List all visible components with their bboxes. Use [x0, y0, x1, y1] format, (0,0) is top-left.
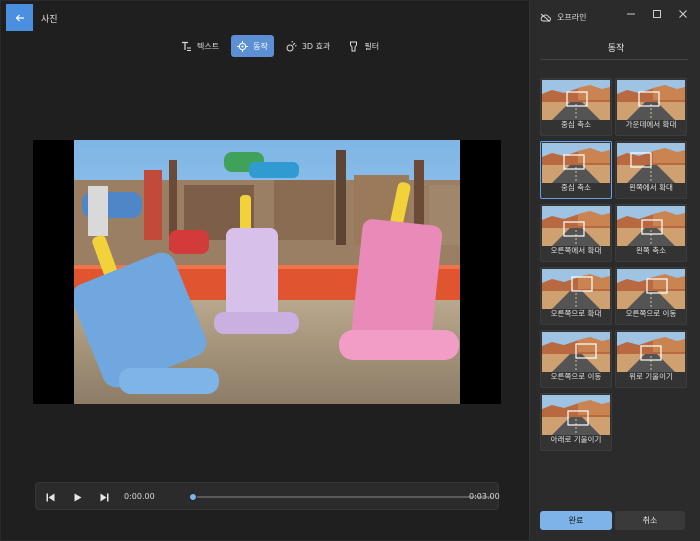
motion-label: 오른쪽으로 이동 — [625, 309, 677, 318]
preview-photo — [74, 140, 460, 404]
motion-thumbnail — [617, 143, 685, 183]
title-bar: 사진 — [1, 1, 529, 33]
current-time: 0:00.00 — [124, 492, 155, 501]
play-icon — [74, 493, 81, 501]
motion-card[interactable]: 아래로 기울이기 — [540, 393, 612, 451]
video-preview[interactable] — [33, 140, 501, 404]
close-icon — [679, 10, 687, 18]
panel-title: 동작 — [607, 44, 625, 54]
motion-thumbnail — [542, 80, 610, 120]
motion-label: 왼쪽 축소 — [636, 246, 666, 255]
motion-label: 아래로 기울이기 — [550, 435, 602, 444]
maximize-icon — [653, 10, 661, 18]
motion-label: 중심 축소 — [561, 183, 591, 192]
tab-text-label: 텍스트 — [197, 41, 220, 51]
motion-thumbnail — [542, 332, 610, 372]
motion-label: 오른쪽으로 이동 — [550, 372, 602, 381]
skip-back-button[interactable] — [42, 489, 58, 505]
motion-thumbnail — [542, 143, 610, 183]
motion-card[interactable]: 중심 축소 — [540, 141, 612, 199]
photos-window: 사진 텍스트 동작 3D 효과 필터 0:00.00 0:03.00 오프라인 … — [0, 0, 700, 541]
close-button[interactable] — [673, 7, 693, 21]
motion-card[interactable]: 왼쪽에서 확대 — [615, 141, 687, 199]
app-title: 사진 — [41, 15, 58, 25]
motion-label: 왼쪽에서 확대 — [629, 183, 673, 192]
motion-card[interactable]: 위로 기울이기 — [615, 330, 687, 388]
motion-label: 중심 축소 — [561, 120, 591, 129]
back-arrow-icon — [15, 14, 24, 21]
minimize-button[interactable] — [621, 7, 641, 21]
maximize-button[interactable] — [647, 7, 667, 21]
motion-thumbnail — [617, 206, 685, 246]
motion-thumbnail — [542, 206, 610, 246]
panel-divider — [540, 59, 688, 60]
motion-thumbnail — [617, 80, 685, 120]
motion-card[interactable]: 오른쪽에서 확대 — [540, 204, 612, 262]
play-button[interactable] — [69, 489, 85, 505]
tab-3d-effects[interactable]: 3D 효과 — [280, 35, 337, 57]
seek-thumb[interactable] — [189, 493, 197, 501]
cloud-offline-icon — [540, 13, 551, 22]
cancel-button[interactable]: 취소 — [615, 511, 685, 530]
skip-forward-icon — [100, 493, 108, 501]
motion-thumbnail — [617, 269, 685, 309]
tab-filter[interactable]: 필터 — [342, 35, 385, 57]
motion-thumbnail — [542, 395, 610, 435]
done-button[interactable]: 완료 — [540, 511, 612, 530]
motion-label: 위로 기울이기 — [629, 372, 673, 381]
tab-motion[interactable]: 동작 — [231, 35, 274, 57]
motion-card[interactable]: 오른쪽으로 이동 — [540, 330, 612, 388]
skip-back-icon — [46, 493, 54, 501]
3d-effects-icon — [286, 40, 297, 51]
motion-card[interactable]: 왼쪽 축소 — [615, 204, 687, 262]
motion-label: 오른쪽으로 확대 — [550, 309, 602, 318]
motion-label: 오른쪽에서 확대 — [550, 246, 602, 255]
motion-label: 가운데에서 확대 — [625, 120, 677, 129]
tab-motion-label: 동작 — [253, 41, 268, 51]
total-time: 0:03.00 — [469, 492, 500, 501]
seek-track[interactable] — [192, 496, 492, 498]
motion-card[interactable]: 오른쪽으로 이동 — [615, 267, 687, 325]
tab-3d-effects-label: 3D 효과 — [301, 41, 331, 51]
minimize-icon — [627, 13, 635, 15]
skip-forward-button[interactable] — [96, 489, 112, 505]
text-icon — [182, 41, 191, 51]
motion-thumbnail — [617, 332, 685, 372]
motion-thumbnail — [542, 269, 610, 309]
tab-filter-label: 필터 — [364, 41, 380, 51]
motion-card[interactable]: 오른쪽으로 확대 — [540, 267, 612, 325]
filter-icon — [350, 41, 358, 51]
motion-card[interactable]: 가운데에서 확대 — [615, 78, 687, 136]
playback-bar: 0:00.00 0:03.00 — [35, 482, 500, 510]
offline-status: 오프라인 — [540, 12, 586, 23]
motion-icon — [237, 40, 249, 52]
motion-panel: 오프라인 동작 중심 축소 가운데에서 확대 중심 축소 왼쪽에서 확대 오른쪽에서 확… — [529, 1, 700, 541]
offline-label: 오프라인 — [557, 13, 587, 22]
effects-toolbar: 텍스트 동작 3D 효과 필터 — [175, 35, 385, 57]
motion-card[interactable]: 중심 축소 — [540, 78, 612, 136]
back-button[interactable] — [6, 4, 33, 31]
tab-text[interactable]: 텍스트 — [175, 35, 225, 57]
